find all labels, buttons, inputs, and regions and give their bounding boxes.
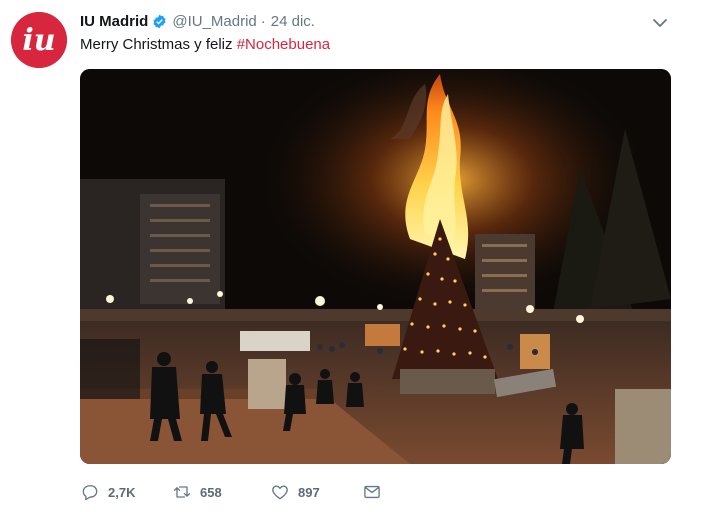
photo-burning-christmas-tree: [80, 69, 671, 464]
avatar-logo-text: iu: [22, 23, 55, 58]
direct-message-button[interactable]: [362, 482, 382, 502]
retweet-button[interactable]: 658: [172, 482, 268, 502]
chevron-down-icon[interactable]: [650, 13, 670, 33]
retweet-icon: [173, 486, 191, 498]
retweet-count: 658: [200, 484, 222, 500]
avatar[interactable]: iu: [11, 12, 67, 68]
iu-logo: iu: [11, 12, 67, 68]
verified-badge-icon: [153, 14, 166, 28]
author-handle[interactable]: @IU_Madrid: [172, 13, 256, 30]
tweet-text-body: Merry Christmas y feliz: [80, 36, 237, 53]
author-name[interactable]: IU Madrid: [80, 13, 148, 30]
like-button[interactable]: 897: [270, 482, 362, 502]
like-count: 897: [298, 484, 320, 500]
tweet-text: Merry Christmas y feliz #Nochebuena: [80, 35, 330, 55]
reply-icon: [82, 485, 98, 501]
tweet-photo[interactable]: [80, 69, 671, 464]
tweet-date[interactable]: 24 dic.: [271, 13, 315, 30]
tweet-header: IU Madrid @IU_Madrid · 24 dic.: [80, 10, 680, 32]
direct-message-icon: [364, 485, 380, 499]
heart-icon: [272, 485, 288, 500]
reply-button[interactable]: 2,7K: [80, 482, 158, 502]
hashtag-link[interactable]: #Nochebuena: [237, 36, 330, 53]
tweet-actions: 2,7K 658 897: [80, 480, 382, 504]
separator-dot: ·: [260, 12, 266, 30]
reply-count: 2,7K: [108, 484, 136, 500]
